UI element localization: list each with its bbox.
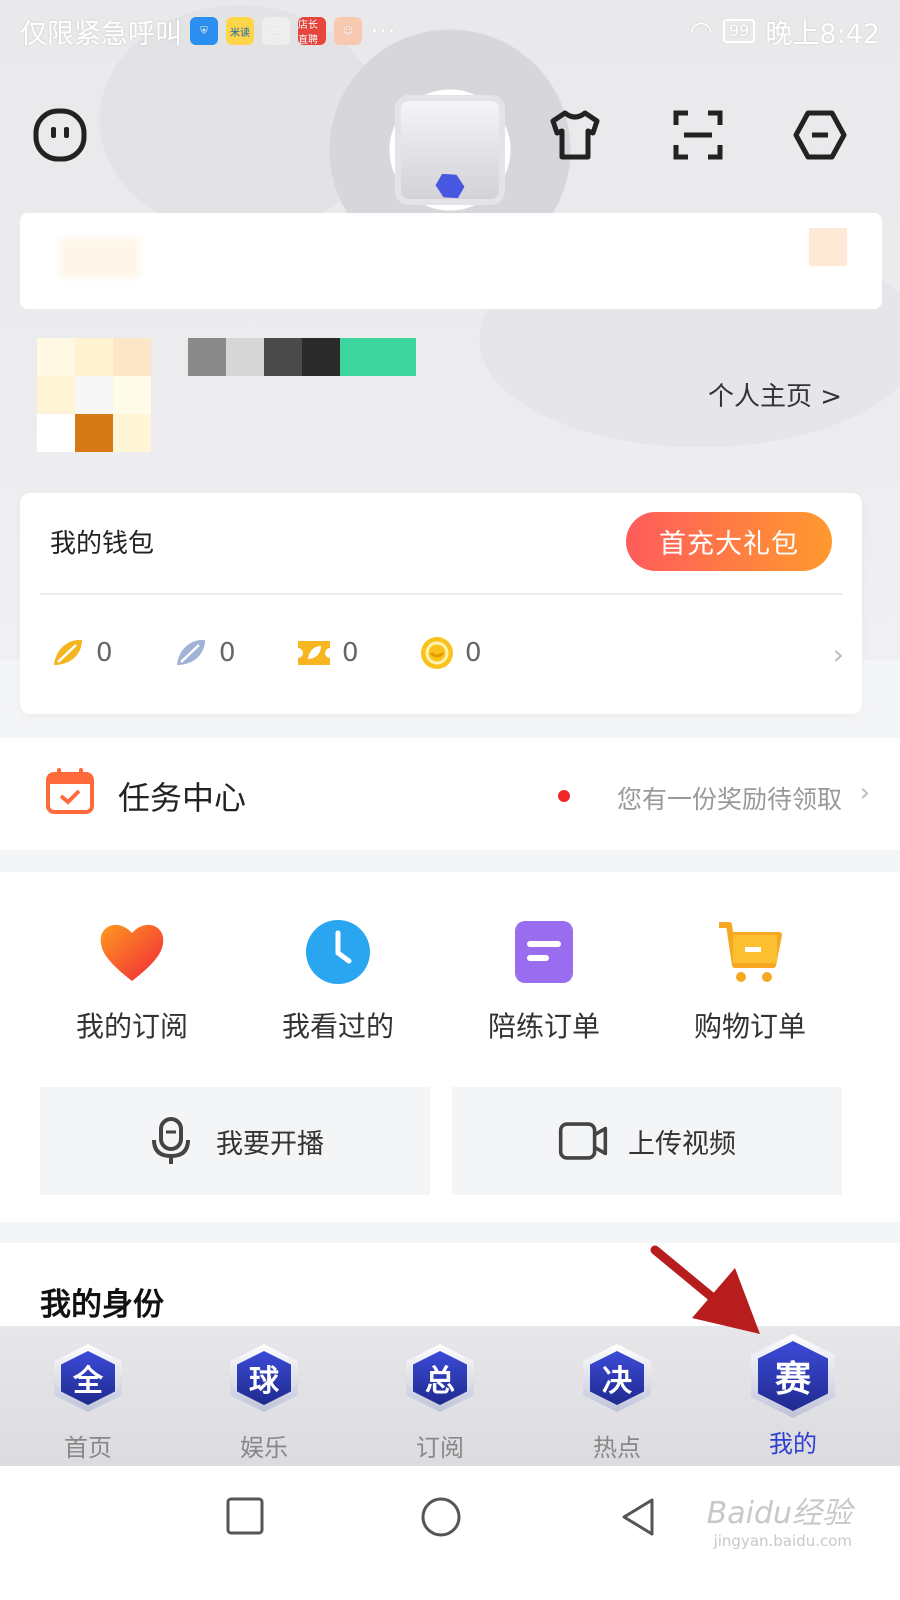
tab-entertainment-icon: 球 bbox=[230, 1344, 298, 1412]
wallet-divider bbox=[40, 593, 842, 595]
battery-icon: 99 bbox=[723, 19, 756, 43]
tab-home[interactable]: 全 首页 bbox=[38, 1344, 138, 1463]
bottom-tab-bar: 全 首页 球 娱乐 总 订阅 决 热点 赛 我的 bbox=[0, 1326, 900, 1466]
coin-balance[interactable]: 0 bbox=[419, 633, 542, 673]
start-streaming-button[interactable]: 我要开播 bbox=[40, 1087, 430, 1195]
banner-blurred-thumb bbox=[809, 228, 847, 266]
wallet-balances[interactable]: 0 0 0 0 bbox=[50, 633, 542, 673]
clock-text: 晚上8:42 bbox=[765, 18, 880, 50]
avatar[interactable] bbox=[37, 338, 151, 452]
task-center-row[interactable]: 任务中心 您有一份奖励待领取 › bbox=[0, 738, 900, 850]
cart-icon bbox=[719, 922, 782, 982]
silver-leaf-balance[interactable]: 0 bbox=[173, 633, 296, 673]
personal-homepage-link[interactable]: 个人主页 > bbox=[708, 376, 842, 413]
tab-mine[interactable]: 赛 我的 bbox=[743, 1334, 843, 1459]
anime-avatar-app-icon: ☺ bbox=[334, 17, 362, 45]
wifi-icon: ◠ bbox=[689, 15, 713, 47]
my-identity-title: 我的身份 bbox=[40, 1287, 164, 1323]
first-recharge-gift-button[interactable]: 首充大礼包 bbox=[626, 512, 832, 571]
settings-hex-icon[interactable] bbox=[790, 105, 850, 165]
tab-subscribe-icon: 总 bbox=[406, 1344, 474, 1412]
tab-hot[interactable]: 决 热点 bbox=[567, 1344, 667, 1463]
shopping-orders-button[interactable]: 购物订单 bbox=[650, 917, 850, 1045]
emblem-gem bbox=[432, 168, 468, 204]
heart-icon bbox=[100, 924, 164, 981]
home-circle-icon[interactable] bbox=[420, 1496, 462, 1538]
tab-mine-icon: 赛 bbox=[751, 1334, 835, 1418]
tab-subscribe[interactable]: 总 订阅 bbox=[390, 1344, 490, 1463]
more-dots-icon: ··· bbox=[370, 15, 396, 47]
my-identity-section: 我的身份 bbox=[0, 1243, 900, 1333]
gold-leaf-balance[interactable]: 0 bbox=[50, 633, 173, 673]
tab-entertainment[interactable]: 球 娱乐 bbox=[214, 1344, 314, 1463]
video-camera-icon bbox=[558, 1122, 608, 1160]
shield-app-icon: ⛨ bbox=[190, 17, 218, 45]
chevron-right-icon[interactable]: › bbox=[860, 778, 870, 808]
watch-history-button[interactable]: 我看过的 bbox=[238, 917, 438, 1045]
coin-icon bbox=[421, 637, 453, 669]
back-triangle-icon[interactable] bbox=[618, 1496, 658, 1538]
tab-hot-icon: 决 bbox=[583, 1344, 651, 1412]
training-orders-button[interactable]: 陪练订单 bbox=[444, 917, 644, 1045]
scan-icon[interactable] bbox=[668, 105, 728, 165]
clock-icon bbox=[306, 920, 370, 984]
mi-read-app-icon: 米读 bbox=[226, 17, 254, 45]
baidu-jingyan-watermark: Baidu经验 jingyan.baidu.com bbox=[706, 1496, 852, 1550]
tab-home-icon: 全 bbox=[54, 1344, 122, 1412]
calendar-check-icon bbox=[46, 768, 94, 814]
status-bar: 仅限紧急呼叫 ⛨ 米读 ✉ 店长直聘 ☺ ··· ◠ 99 晚上8:42 bbox=[0, 0, 900, 62]
banner-blurred-image bbox=[60, 238, 140, 278]
reward-notice[interactable]: 您有一份奖励待领取 bbox=[617, 780, 842, 816]
task-center-title: 任务中心 bbox=[118, 779, 247, 817]
recent-apps-icon[interactable] bbox=[225, 1496, 265, 1536]
boss-app-icon: 店长直聘 bbox=[298, 17, 326, 46]
wallet-title: 我的钱包 bbox=[50, 529, 155, 559]
upload-video-button[interactable]: 上传视频 bbox=[452, 1087, 842, 1195]
chevron-right-icon[interactable]: › bbox=[833, 638, 844, 671]
wallet-card: 我的钱包 首充大礼包 0 0 0 0 › bbox=[20, 493, 862, 714]
ticket-balance[interactable]: 0 bbox=[296, 633, 419, 673]
silver-leaf-icon bbox=[177, 639, 205, 665]
mail-app-icon: ✉ bbox=[262, 17, 290, 45]
order-note-icon bbox=[515, 921, 573, 983]
carrier-text: 仅限紧急呼叫 bbox=[20, 18, 182, 50]
microphone-icon bbox=[152, 1117, 190, 1164]
my-subscriptions-button[interactable]: 我的订阅 bbox=[32, 917, 232, 1045]
promo-banner[interactable] bbox=[20, 213, 882, 309]
notice-dot bbox=[558, 790, 570, 802]
ticket-icon bbox=[298, 641, 330, 665]
gold-leaf-icon bbox=[54, 639, 82, 665]
chat-face-icon[interactable] bbox=[30, 105, 90, 165]
tshirt-icon[interactable] bbox=[545, 105, 605, 165]
quick-actions-panel: 我的订阅 我看过的 陪练订单 购物订单 我要开播 上传视频 bbox=[0, 872, 900, 1222]
top-toolbar bbox=[30, 105, 870, 165]
